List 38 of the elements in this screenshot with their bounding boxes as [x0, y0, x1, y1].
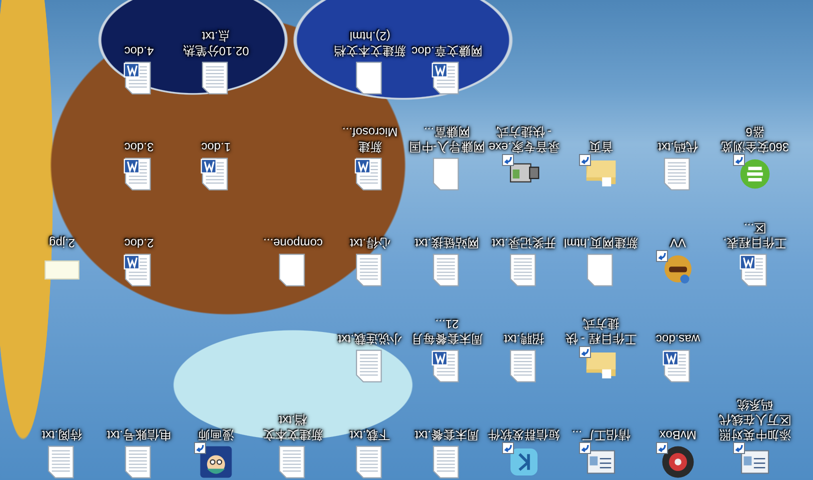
file-name: 下载.txt — [349, 427, 392, 442]
file-name: 4.doc — [123, 43, 155, 58]
file-name: 小说连载.txt — [337, 331, 404, 346]
file-name: 1.doc — [200, 139, 232, 154]
file-name: 新建网页.html — [563, 235, 639, 250]
file-name: 网赚导入-中国网赚富... — [409, 124, 485, 154]
file-name: 周末套餐每月21... — [410, 316, 484, 346]
file-name: 漫画师 — [197, 427, 235, 442]
file-name: 3.doc — [123, 139, 155, 154]
file-name: 首页 — [588, 139, 614, 154]
file-name: 待阅.txt — [41, 427, 84, 442]
file-name: 新建文本文档.txt — [262, 412, 324, 442]
file-name: 代码.txt — [657, 139, 700, 154]
file-name: 网站链接.txt — [414, 235, 480, 250]
file-name: 情侣工厂... — [571, 427, 632, 442]
file-name: MvBox — [658, 427, 698, 442]
file-name: 新建文本文档 (2).html — [333, 28, 407, 58]
file-name: VV — [669, 235, 688, 250]
file-name: 工作日程表.区... — [722, 220, 788, 250]
file-name: 心得.txt — [349, 235, 392, 250]
file-name: 短信群发软件 — [487, 427, 561, 442]
file-name: 开奖记录.txt — [491, 235, 558, 250]
cartoon-icon[interactable] — [198, 444, 234, 480]
file-name: compone... — [262, 235, 324, 250]
file-name: 招聘.txt — [503, 331, 546, 346]
file-name: 网赚文章.doc — [410, 43, 484, 58]
file-name: was.doc — [654, 331, 702, 346]
file-name: 360安全浏览器6 — [720, 124, 790, 154]
file-name: 录音专家.exe - 快捷方式 — [488, 124, 560, 154]
file-name: 新建 Microsof... — [341, 124, 399, 154]
file-name: 周末套餐.txt — [414, 427, 480, 442]
file-name: 添加中英对照区万人在线代码系统 — [718, 397, 792, 442]
file-name: 2.doc — [123, 235, 155, 250]
file-name: 工作日程 - 快捷方式 — [564, 316, 638, 346]
file-name: 电信账号.txt — [106, 427, 172, 442]
disc-icon[interactable] — [660, 444, 696, 480]
file-name: 02.10分笔热点.txt — [182, 28, 250, 58]
file-name: 2.jpg — [48, 235, 76, 250]
